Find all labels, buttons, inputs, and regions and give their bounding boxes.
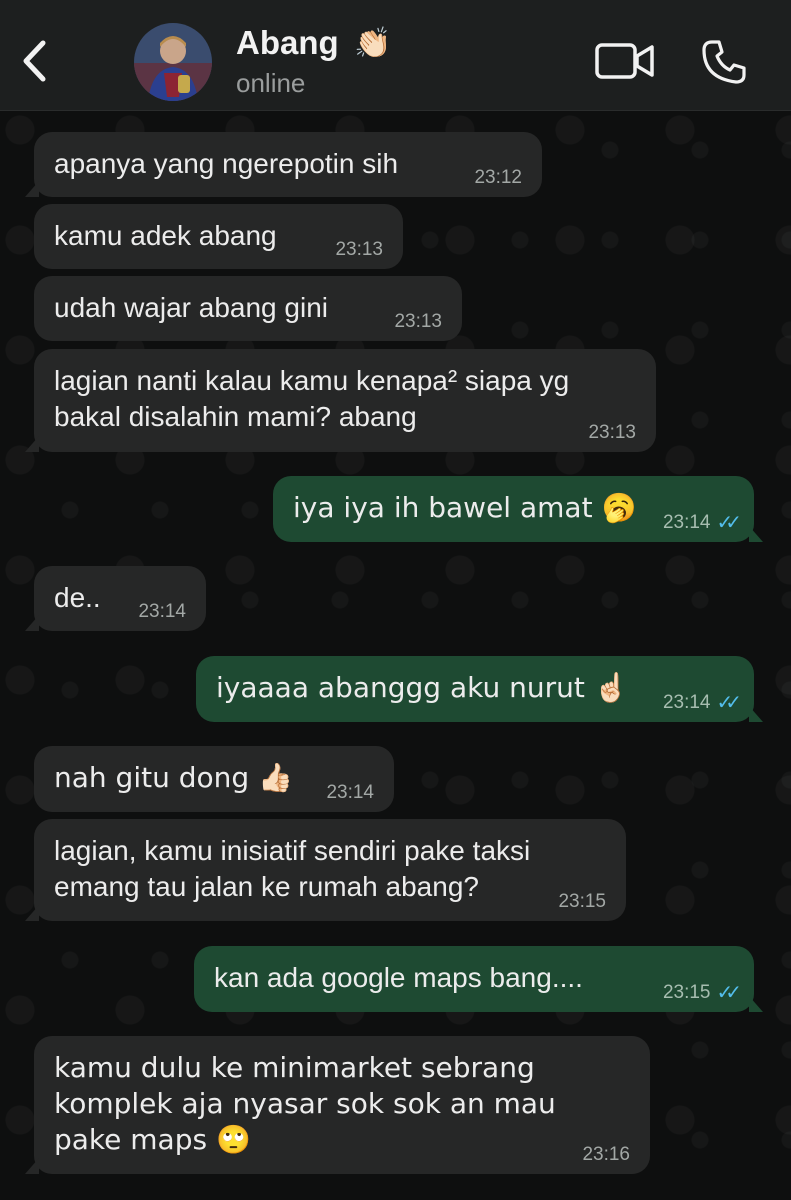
message-time: 23:14	[662, 692, 711, 713]
message-bubble-outgoing[interactable]: kan ada google maps bang.... 23:15 ✓✓	[194, 946, 763, 1012]
message-text: kamu dulu ke minimarket sebrang komplek …	[54, 1051, 556, 1156]
video-camera-icon	[595, 43, 654, 79]
message-bubble[interactable]: nah gitu dong 👍🏻 23:14	[34, 746, 394, 812]
message-time: 23:16	[582, 1144, 630, 1165]
chat-header: Abang 👏🏻 online	[0, 0, 791, 111]
message-time: 23:14	[138, 601, 186, 622]
voice-call-button[interactable]	[700, 38, 748, 86]
message-time: 23:14	[662, 512, 711, 533]
message-time: 23:15	[558, 891, 606, 912]
contact-name[interactable]: Abang	[236, 24, 339, 62]
message-text: kan ada google maps bang....	[214, 962, 583, 993]
message-text: kamu adek abang	[54, 220, 277, 251]
message-bubble[interactable]: apanya yang ngerepotin sih 23:12	[25, 132, 542, 197]
message-time: 23:12	[474, 167, 522, 188]
avatar-photo	[134, 23, 212, 101]
message-bubble[interactable]: lagian nanti kalau kamu kenapa² siapa yg…	[25, 349, 656, 452]
message-bubble-outgoing[interactable]: iya iya ih bawel amat 🥱 23:14 ✓✓	[273, 476, 763, 542]
back-button[interactable]	[14, 36, 54, 86]
message-bubble-outgoing[interactable]: iyaaaa abanggg aku nurut ☝🏻 23:14 ✓✓	[196, 656, 763, 722]
phone-icon	[702, 40, 746, 84]
avatar[interactable]	[134, 23, 212, 101]
message-bubble[interactable]: kamu adek abang 23:13	[34, 204, 403, 269]
message-time: 23:15	[662, 982, 711, 1003]
message-text: udah wajar abang gini	[54, 292, 328, 323]
message-text: iyaaaa abanggg aku nurut ☝🏻	[216, 671, 629, 704]
message-bubble[interactable]: udah wajar abang gini 23:13	[34, 276, 462, 341]
message-time: 23:13	[394, 311, 442, 332]
message-time: 23:13	[588, 422, 636, 443]
message-time: 23:14	[326, 782, 374, 803]
message-text: lagian, kamu inisiatif sendiri pake taks…	[54, 835, 531, 902]
message-text: lagian nanti kalau kamu kenapa² siapa yg…	[54, 365, 570, 432]
contact-status: online	[236, 68, 306, 98]
message-bubble[interactable]: de.. 23:14	[25, 566, 206, 631]
message-bubble[interactable]: kamu dulu ke minimarket sebrang komplek …	[25, 1036, 650, 1174]
double-check-icon: ✓✓	[716, 692, 741, 714]
double-check-icon: ✓✓	[716, 512, 741, 534]
video-call-button[interactable]	[594, 40, 656, 82]
chevron-left-icon	[23, 40, 46, 82]
message-bubble[interactable]: lagian, kamu inisiatif sendiri pake taks…	[25, 819, 626, 921]
message-text: apanya yang ngerepotin sih	[54, 148, 399, 179]
clapping-hands-emoji: 👏🏻	[354, 27, 392, 60]
message-time: 23:13	[335, 239, 383, 260]
double-check-icon: ✓✓	[716, 982, 741, 1004]
